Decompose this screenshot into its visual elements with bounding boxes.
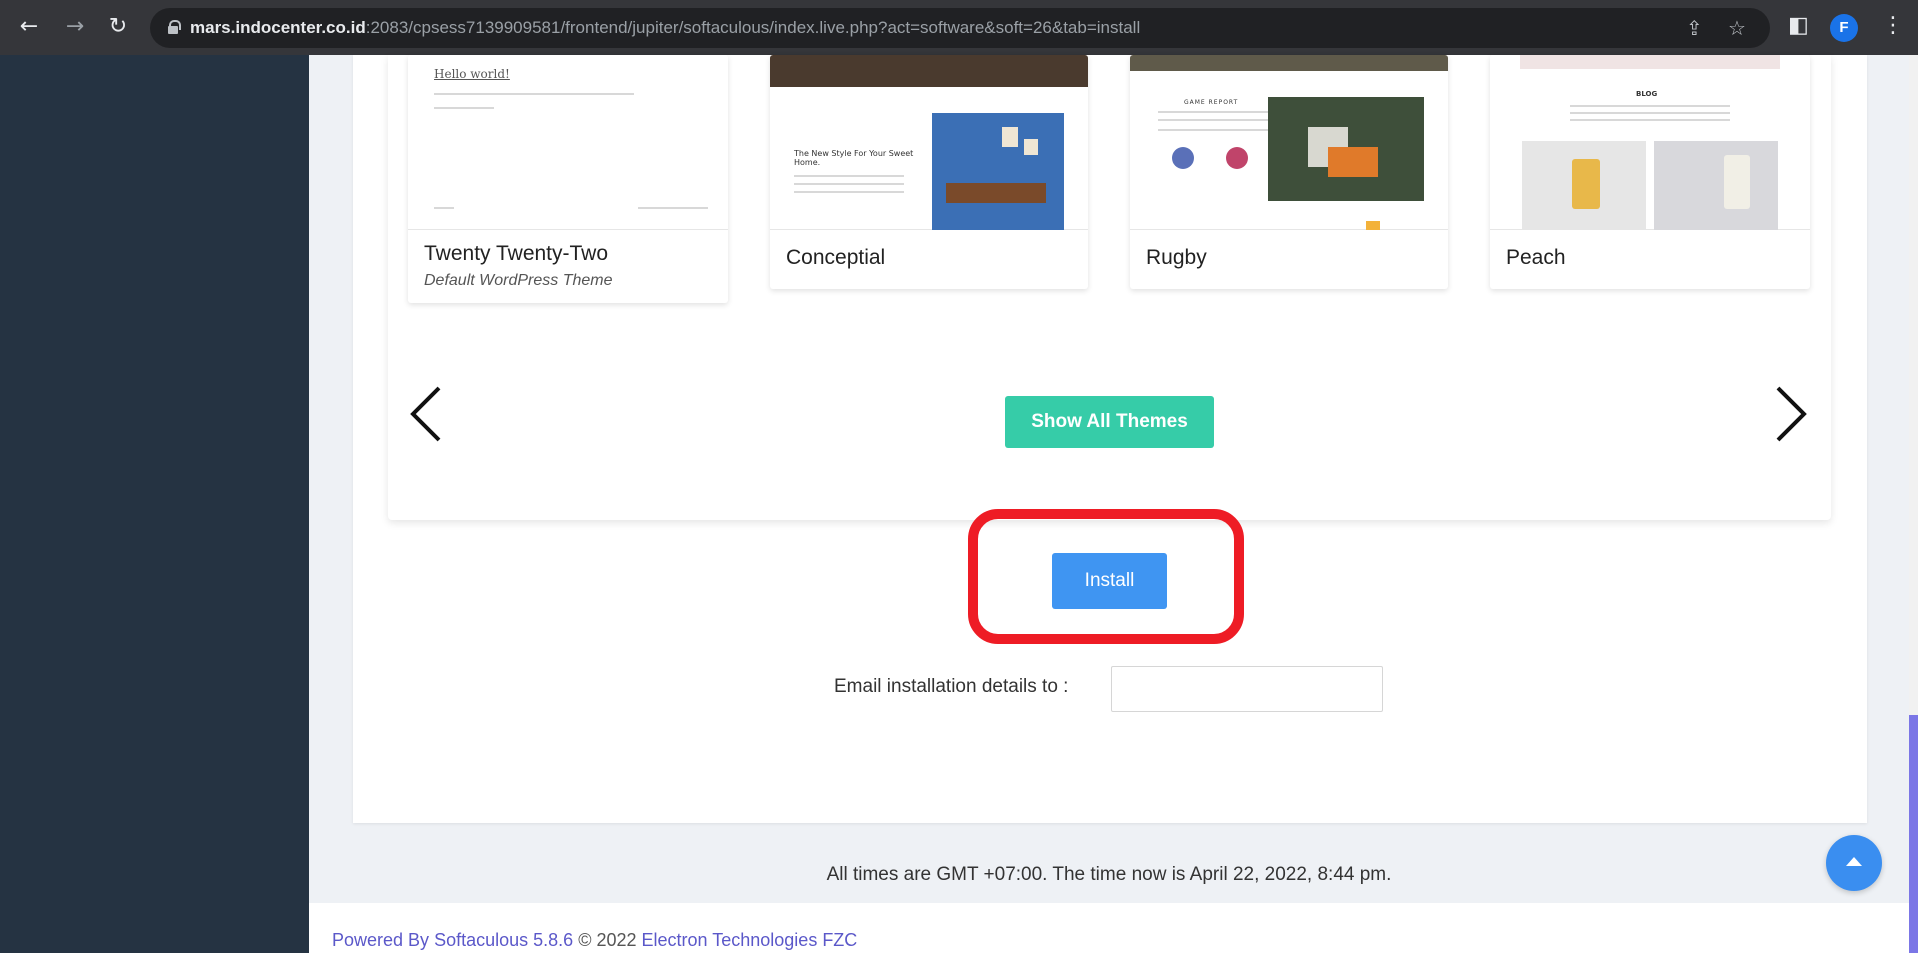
scroll-to-top-button[interactable]	[1826, 835, 1882, 891]
lock-icon	[168, 20, 181, 34]
scrollbar-thumb[interactable]	[1909, 715, 1918, 953]
sidebar	[0, 55, 309, 953]
company-link[interactable]: Electron Technologies FZC	[642, 930, 858, 950]
reload-icon[interactable]: ↻	[105, 14, 131, 40]
back-icon[interactable]: ←	[16, 14, 42, 40]
powered-by-prefix: Powered By	[332, 930, 430, 950]
footer: Powered By Softaculous 5.8.6 © 2022 Elec…	[309, 903, 1909, 953]
time-info-wrapper: All times are GMT +07:00. The time now i…	[309, 0, 1909, 953]
time-info: All times are GMT +07:00. The time now i…	[826, 864, 1392, 885]
copyright-text: © 2022	[578, 930, 637, 950]
forward-icon[interactable]: →	[62, 14, 88, 40]
footer-text: Powered By Softaculous 5.8.6 © 2022 Elec…	[332, 930, 857, 951]
softaculous-link[interactable]: Softaculous 5.8.6	[434, 930, 573, 950]
